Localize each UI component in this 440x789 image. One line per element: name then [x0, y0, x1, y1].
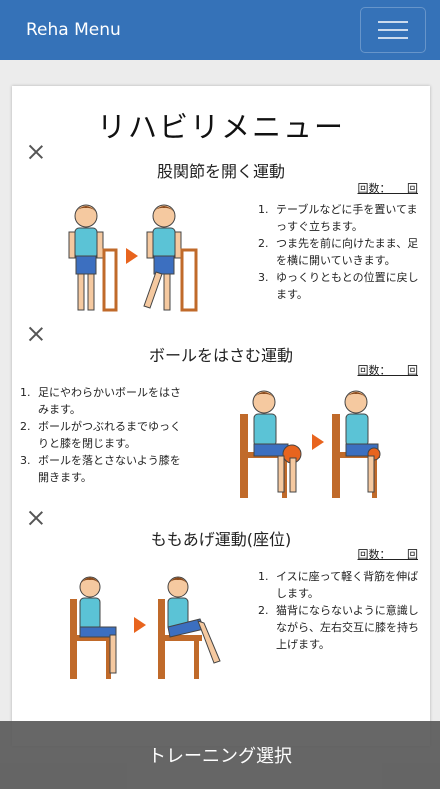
list-item: 2. ボールがつぶれるまでゆっくりと膝を閉じます。	[20, 420, 181, 450]
step-list: 1. イスに座って軽く背筋を伸ばします。 2. 猫背にならないように意識しながら、左…	[258, 568, 422, 653]
exercise-illustration	[64, 196, 214, 321]
exercise-illustration	[64, 571, 224, 681]
count-label: 回数： 回	[357, 364, 419, 377]
arrow-icon	[312, 434, 324, 450]
brand-link[interactable]: Reha Menu	[26, 20, 121, 40]
training-select-button[interactable]: トレーニング選択	[0, 721, 440, 789]
arrow-icon	[126, 248, 138, 264]
menu-card: リハビリメニュー 股関節を開く運動 回数： 回 1. テーブルなどに手を置いてま…	[12, 86, 430, 746]
list-item: 3. ゆっくりともとの位置に戻します。	[258, 271, 419, 301]
arrow-icon	[134, 617, 146, 633]
close-icon[interactable]	[28, 510, 44, 526]
list-item: 1. テーブルなどに手を置いてまっすぐ立ちます。	[258, 203, 418, 233]
step-list: 1. テーブルなどに手を置いてまっすぐ立ちます。 2. つま先を前に向けたまま、足を…	[258, 201, 422, 303]
page-title: リハビリメニュー	[96, 110, 345, 144]
close-icon[interactable]	[28, 326, 44, 342]
list-item: 1. 足にやわらかいボールをはさみます。	[20, 386, 181, 416]
exercise-illustration	[234, 382, 384, 500]
navbar: Reha Menu	[0, 0, 440, 60]
list-item: 3. ボールを落とさないよう膝を開きます。	[20, 454, 181, 484]
step-list: 1. 足にやわらかいボールをはさみます。 2. ボールがつぶれるまでゆっくりと膝を閉…	[20, 384, 188, 486]
list-item: 2. 猫背にならないように意識しながら、左右交互に膝を持ち上げます。	[258, 604, 419, 651]
count-label: 回数： 回	[357, 182, 419, 195]
list-item: 2. つま先を前に向けたまま、足を横に開いていきます。	[258, 237, 419, 267]
training-select-label: トレーニング選択	[148, 746, 292, 767]
list-item: 1. イスに座って軽く背筋を伸ばします。	[258, 570, 419, 600]
hamburger-menu-icon[interactable]	[360, 7, 426, 53]
count-label: 回数： 回	[357, 548, 419, 561]
exercise-title: 股関節を開く運動	[156, 162, 285, 181]
